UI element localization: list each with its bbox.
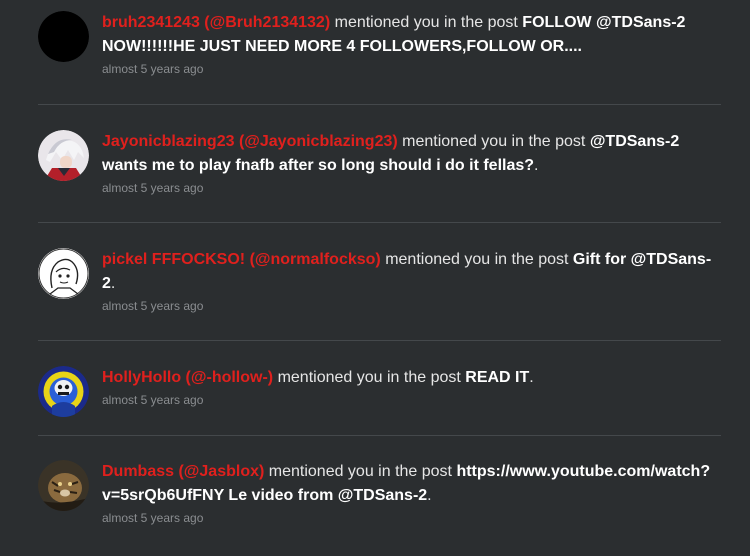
divider [38, 222, 721, 223]
username-link[interactable]: bruh2341243 (@Bruh2134132) [102, 14, 330, 31]
avatar[interactable] [38, 248, 89, 299]
avatar[interactable] [38, 130, 89, 181]
timestamp: almost 5 years ago [102, 511, 204, 525]
action-text: mentioned you in the post [385, 251, 569, 268]
notification-text: pickel FFFOCKSO! (@normalfockso) mention… [102, 248, 717, 296]
timestamp: almost 5 years ago [102, 393, 204, 407]
action-text: mentioned you in the post [268, 463, 452, 480]
avatar[interactable] [38, 460, 89, 511]
suffix: . [534, 157, 539, 174]
avatar[interactable] [38, 11, 89, 62]
username-link[interactable]: HollyHollo (@-hollow-) [102, 369, 273, 386]
username-link[interactable]: Jayonicblazing23 (@Jayonicblazing23) [102, 133, 398, 150]
timestamp: almost 5 years ago [102, 299, 204, 313]
divider [38, 435, 721, 436]
notification-text: Jayonicblazing23 (@Jayonicblazing23) men… [102, 130, 717, 178]
suffix: . [110, 275, 116, 292]
action-text: mentioned you in the post [277, 369, 461, 386]
avatar[interactable] [38, 366, 89, 417]
suffix: . [529, 369, 534, 386]
post-link[interactable]: READ IT [465, 369, 529, 386]
timestamp: almost 5 years ago [102, 62, 204, 76]
notification-text: bruh2341243 (@Bruh2134132) mentioned you… [102, 11, 717, 59]
suffix: . [427, 487, 432, 504]
divider [38, 340, 721, 341]
username-link[interactable]: pickel FFFOCKSO! (@normalfockso) [102, 251, 381, 268]
notification-text: HollyHollo (@-hollow-) mentioned you in … [102, 366, 717, 390]
action-text: mentioned you in the post [334, 14, 518, 31]
notifications-feed: bruh2341243 (@Bruh2134132) mentioned you… [0, 0, 750, 556]
notification-text: Dumbass (@Jasblox) mentioned you in the … [102, 460, 717, 508]
divider [38, 104, 721, 105]
action-text: mentioned you in the post [402, 133, 586, 150]
username-link[interactable]: Dumbass (@Jasblox) [102, 463, 264, 480]
timestamp: almost 5 years ago [102, 181, 204, 195]
